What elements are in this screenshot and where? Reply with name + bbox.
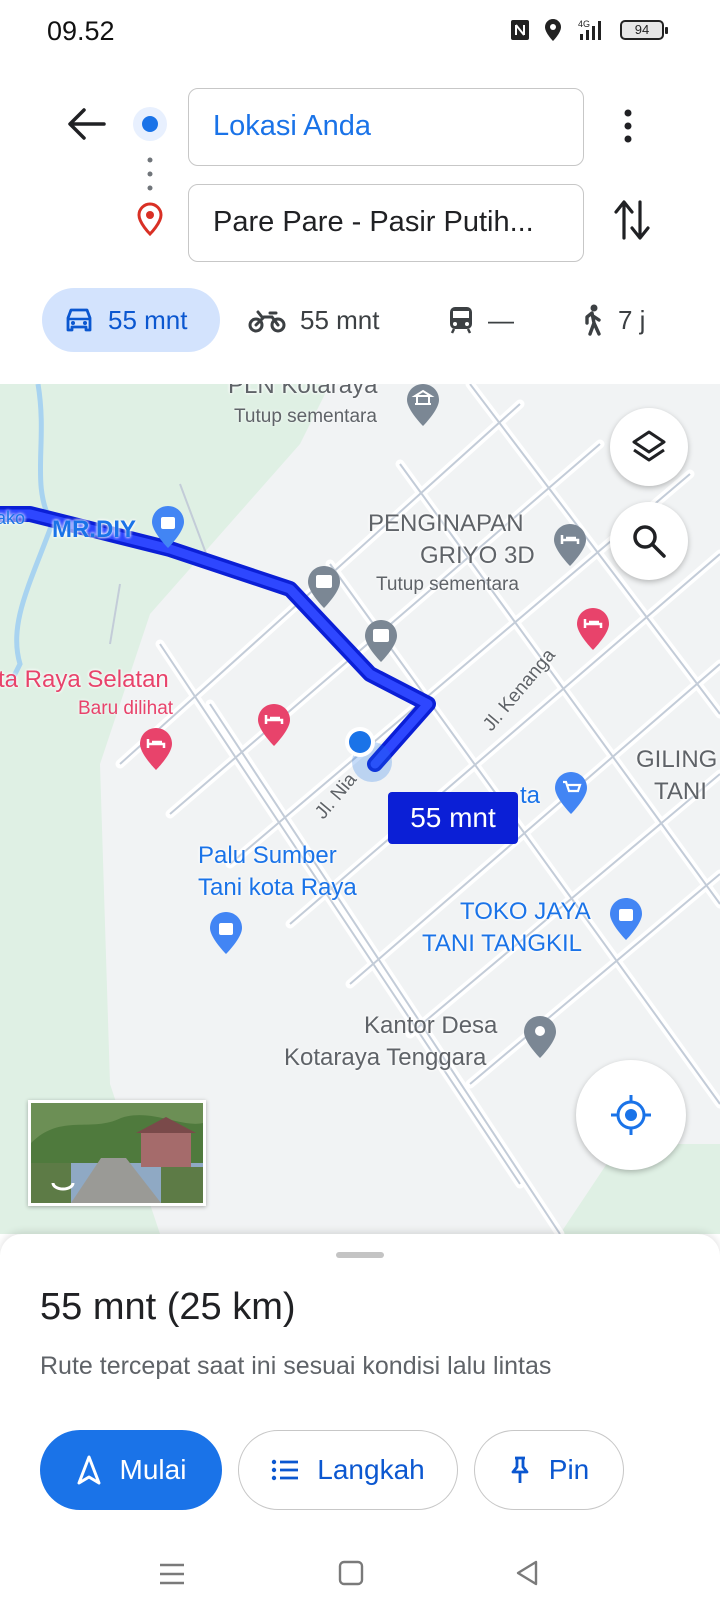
status-bar: 09.52 4G 94	[0, 0, 720, 64]
poi-ta[interactable]: ta	[520, 782, 540, 810]
tab-transit[interactable]: —	[448, 288, 514, 352]
poi-penginapan-status: Tutup sementara	[376, 574, 519, 595]
route-subtitle: Rute tercepat saat ini sesuai kondisi la…	[40, 1352, 552, 1380]
back-nav-icon[interactable]	[514, 1559, 540, 1587]
poi-palu-line1[interactable]: Palu Sumber	[198, 842, 337, 870]
hotel-marker-3-icon[interactable]	[138, 726, 174, 772]
poi-kantor-line2[interactable]: Kotaraya Tenggara	[284, 1044, 486, 1072]
navigation-arrow-icon	[77, 1455, 101, 1485]
motorcycle-icon	[248, 310, 286, 333]
office-marker-icon[interactable]	[522, 1014, 558, 1060]
hotel-marker-icon[interactable]	[575, 606, 611, 652]
directions-header: Lokasi Anda Pare Pare - Pasir Putih... 5…	[0, 64, 720, 384]
origin-dot-icon	[133, 107, 167, 141]
street-view-image	[31, 1103, 203, 1203]
transit-icon	[450, 307, 472, 334]
poi-raya-selatan[interactable]: ta Raya Selatan	[0, 666, 169, 694]
back-arrow-icon[interactable]	[66, 106, 106, 142]
route-summary: 55 mnt (25 km)	[40, 1286, 296, 1328]
poi-pln[interactable]: PLN Kotaraya	[228, 384, 377, 400]
origin-field[interactable]: Lokasi Anda	[188, 88, 584, 166]
layers-button[interactable]	[610, 408, 688, 486]
route-connector-dots	[147, 157, 153, 191]
nfc-icon	[511, 20, 529, 40]
system-nav-bar	[0, 1544, 720, 1612]
tab-motorcycle-label: 55 mnt	[300, 304, 380, 335]
recent-apps-icon[interactable]	[158, 1562, 186, 1586]
tab-walk-label: 7 j	[618, 304, 646, 335]
drag-handle[interactable]	[336, 1252, 384, 1258]
swap-icon[interactable]	[612, 198, 652, 242]
destination-pin-icon	[137, 202, 163, 236]
tab-transit-label: —	[488, 304, 514, 335]
poi-mrdiy[interactable]: MR.DIY	[52, 516, 136, 544]
travel-mode-tabs: 55 mnt 55 mnt — 7 j	[0, 288, 720, 354]
poi-toko-line2[interactable]: TANI TANGKIL	[422, 930, 582, 958]
route-bottom-sheet: 55 mnt (25 km) Rute tercepat saat ini se…	[0, 1234, 720, 1612]
tab-car-label: 55 mnt	[108, 304, 188, 335]
destination-field[interactable]: Pare Pare - Pasir Putih...	[188, 184, 584, 262]
walk-icon	[585, 304, 601, 336]
street-view-thumbnail[interactable]	[28, 1100, 206, 1206]
poi-pln-status: Tutup sementara	[234, 406, 377, 427]
gas-station-marker-icon[interactable]	[306, 564, 342, 610]
tab-motorcycle[interactable]: 55 mnt	[248, 288, 380, 352]
my-location-icon	[611, 1095, 651, 1135]
shopping-marker-2-icon[interactable]	[608, 896, 644, 942]
pin-icon	[511, 1456, 529, 1483]
poi-penginapan-line2[interactable]: GRIYO 3D	[420, 542, 535, 570]
tab-car[interactable]: 55 mnt	[42, 288, 220, 352]
start-button-label: Mulai	[119, 1454, 187, 1485]
poi-penginapan-line1[interactable]: PENGINAPAN	[368, 510, 524, 538]
status-time: 09.52	[47, 16, 115, 46]
route-time-chip[interactable]: 55 mnt	[388, 792, 518, 844]
signal-icon: 4G	[578, 19, 601, 40]
hotel-marker-gray-icon[interactable]	[552, 522, 588, 568]
poi-giling-line1[interactable]: GILING	[636, 746, 717, 774]
hotel-marker-2-icon[interactable]	[256, 702, 292, 748]
car-icon	[66, 308, 92, 332]
pin-button[interactable]: Pin	[474, 1430, 624, 1510]
svg-text:4G: 4G	[578, 19, 590, 29]
steps-button-label: Langkah	[317, 1454, 425, 1485]
layers-icon	[632, 430, 666, 462]
poi-giling-line2[interactable]: TANI	[654, 778, 707, 806]
status-icons: 4G 94	[510, 18, 668, 42]
location-icon	[545, 19, 561, 41]
shopping-marker-3-icon[interactable]	[208, 910, 244, 956]
search-button[interactable]	[610, 502, 688, 580]
poi-raya-selatan-status: Baru dilihat	[78, 698, 174, 719]
more-options-icon[interactable]	[622, 108, 634, 144]
government-marker-icon[interactable]	[405, 384, 441, 428]
search-icon	[633, 525, 666, 558]
tab-walk[interactable]: 7 j	[580, 288, 645, 352]
steps-button[interactable]: Langkah	[238, 1430, 458, 1510]
my-location-button[interactable]	[576, 1060, 686, 1170]
cart-marker-icon[interactable]	[553, 770, 589, 816]
poi-toko-line1[interactable]: TOKO JAYA	[460, 898, 591, 926]
pin-button-label: Pin	[548, 1454, 590, 1485]
gas-station-marker-2-icon[interactable]	[363, 618, 399, 664]
poi-kantor-line1[interactable]: Kantor Desa	[364, 1012, 497, 1040]
home-icon[interactable]	[338, 1560, 364, 1586]
list-icon	[272, 1459, 299, 1481]
poi-palu-line2[interactable]: Tani kota Raya	[198, 874, 357, 902]
shopping-marker-icon[interactable]	[150, 504, 186, 550]
poi-ako[interactable]: ako	[0, 508, 25, 529]
start-button[interactable]: Mulai	[40, 1430, 222, 1510]
battery-indicator: 94	[620, 20, 668, 40]
map-view[interactable]: PLN Kotaraya Tutup sementara ako MR.DIY …	[0, 384, 720, 1234]
